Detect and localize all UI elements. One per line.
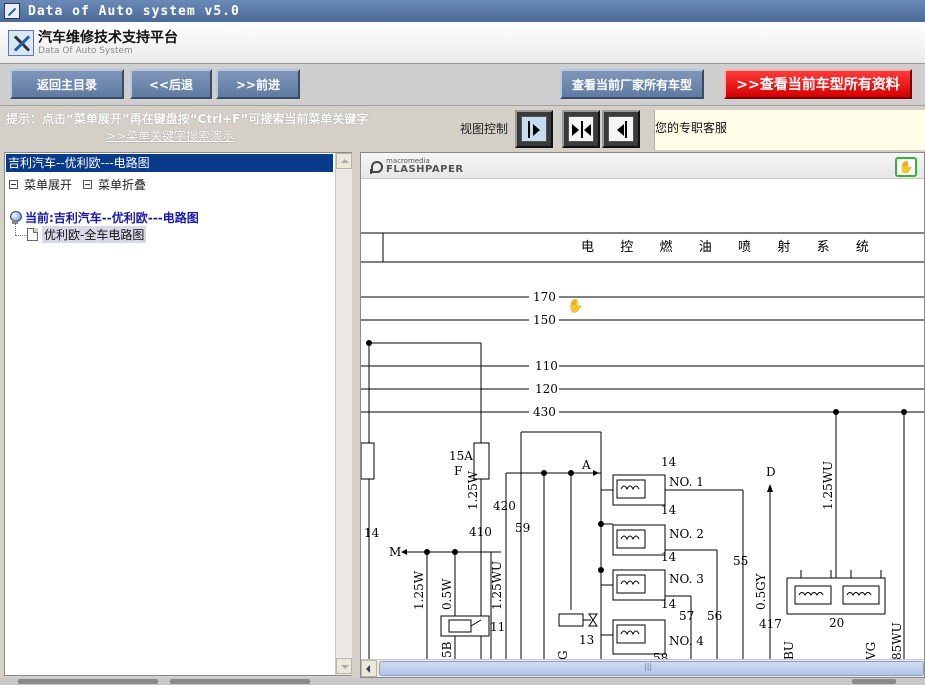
- label-57: 57: [679, 609, 694, 623]
- wire-0-5w: 0.5W: [440, 578, 454, 610]
- scroll-left-button[interactable]: [361, 660, 377, 677]
- viewer-horizontal-scrollbar[interactable]: [361, 659, 924, 677]
- brand-subtitle: Data Of Auto System: [38, 45, 133, 56]
- label-no4: NO. 4: [669, 634, 704, 648]
- header: 汽车维修技术支持平台 Data Of Auto System: [0, 22, 925, 64]
- split-arrows-icon: [568, 116, 594, 142]
- view-split-button[interactable]: [562, 110, 600, 148]
- menu-collapse-button[interactable]: 菜单折叠: [83, 176, 146, 193]
- fuse-rating: 15A: [449, 449, 473, 463]
- tree-item-full-wiring[interactable]: 优利欧-全车电路图: [27, 226, 147, 243]
- wire-0-5gy: 0.5GY: [754, 573, 768, 610]
- all-docs-button[interactable]: >>查看当前车型所有资料: [724, 69, 912, 99]
- brand-title: 汽车维修技术支持平台: [38, 29, 178, 46]
- label-59: 59: [515, 521, 530, 535]
- label-14-d: 14: [661, 597, 677, 611]
- all-models-button[interactable]: 查看当前厂家所有车型: [560, 69, 704, 99]
- menu-scrollbar[interactable]: [335, 153, 352, 675]
- label-55: 55: [733, 554, 748, 568]
- arrow-left-icon: [608, 116, 634, 142]
- label-420: 420: [493, 499, 516, 513]
- scroll-down-button[interactable]: [336, 658, 352, 674]
- bottom-strip: [0, 678, 925, 685]
- menu-expand-button[interactable]: 菜单展开: [9, 176, 72, 193]
- hand-icon: ✋: [898, 160, 914, 174]
- label-56: 56: [707, 609, 722, 623]
- flashpaper-viewer: macromedia FLASHPAPER ✋ 电 控 燃 油 喷 射 系 统 …: [360, 152, 925, 678]
- label-14-c: 14: [661, 550, 677, 564]
- view-control-label: 视图控制: [460, 122, 509, 136]
- forward-button[interactable]: >>前进: [216, 69, 300, 99]
- menu-expand-label: 菜单展开: [24, 178, 73, 192]
- bus-label-110: 110: [535, 359, 558, 373]
- bus-label-170: 170: [533, 290, 556, 304]
- label-no2: NO. 2: [669, 527, 704, 541]
- label-417: 417: [759, 617, 782, 631]
- flashpaper-toolbar: macromedia FLASHPAPER ✋: [361, 153, 924, 179]
- app-window: Data of Auto system v5.0 汽车维修技术支持平台 Data…: [0, 0, 925, 685]
- scroll-thumb[interactable]: [379, 661, 924, 676]
- tools-logo-icon: [8, 29, 34, 56]
- fuse-f: F: [454, 464, 462, 478]
- wire-1-25w-b: 1.25W: [412, 570, 426, 610]
- menu-panel: 吉利汽车--优利欧---电路图 菜单展开 菜单折叠 当前:吉利汽车--优利欧--…: [4, 152, 352, 676]
- toolbar: 返回主目录 <<后退 >>前进 查看当前厂家所有车型 >>查看当前车型所有资料: [0, 64, 925, 106]
- label-bu: BU: [782, 641, 796, 660]
- flashpaper-mark-icon: [369, 160, 383, 174]
- wire-1-25wu-a: 1.25WU: [490, 561, 504, 610]
- arrow-right-icon: [521, 116, 547, 142]
- hint-text: 提示：点击“菜单展开”再在键盘按“Ctrl+F”可搜索当前菜单关键字: [6, 112, 369, 126]
- label-13: 13: [579, 633, 594, 647]
- view-expand-left-button[interactable]: [602, 110, 640, 148]
- home-button[interactable]: 返回主目录: [10, 69, 124, 99]
- wiring-diagram[interactable]: 电 控 燃 油 喷 射 系 统 170 150 110 120 430 ✋ 14: [361, 180, 925, 660]
- tree-root[interactable]: 当前:吉利汽车--优利欧---电路图: [9, 209, 199, 226]
- collapse-square-icon: [83, 180, 92, 189]
- flashpaper-logo: macromedia FLASHPAPER: [369, 158, 464, 175]
- hand-tool-button[interactable]: ✋: [895, 157, 917, 177]
- flashpaper-brand-bottom: FLASHPAPER: [386, 164, 464, 175]
- search-demo-link[interactable]: >>菜单关键字搜索演示: [106, 127, 234, 144]
- hand-cursor-icon: ✋: [567, 298, 583, 314]
- back-button[interactable]: <<后退: [130, 69, 212, 99]
- breadcrumb: 吉利汽车--优利欧---电路图: [6, 154, 333, 172]
- view-expand-right-button[interactable]: [515, 110, 553, 148]
- app-icon: [4, 3, 20, 19]
- brand: 汽车维修技术支持平台 Data Of Auto System: [38, 30, 178, 56]
- tree-connector-h: [15, 235, 27, 236]
- hint-bar: 提示：点击“菜单展开”再在键盘按“Ctrl+F”可搜索当前菜单关键字 >>菜单关…: [0, 106, 925, 150]
- label-no3: NO. 3: [669, 572, 704, 586]
- label-14-b: 14: [661, 503, 677, 517]
- document-icon: [27, 228, 38, 241]
- label-a: A: [581, 458, 591, 472]
- tree-root-label: 当前:吉利汽车--优利欧---电路图: [25, 211, 199, 225]
- wire-85wu: 85WU: [890, 622, 904, 660]
- label-m: M: [389, 545, 401, 559]
- label-5b: 5B: [440, 641, 454, 658]
- tree-connector: [15, 223, 16, 235]
- title-bar: Data of Auto system v5.0: [0, 0, 925, 22]
- expand-square-icon: [9, 180, 18, 189]
- scroll-up-button[interactable]: [336, 153, 352, 169]
- label-no1: NO. 1: [669, 475, 704, 489]
- bus-label-120: 120: [535, 382, 558, 396]
- window-title: Data of Auto system v5.0: [28, 3, 240, 19]
- label-20: 20: [829, 616, 844, 630]
- label-14-left: 14: [364, 526, 380, 540]
- tree-item-label: 优利欧-全车电路图: [42, 226, 147, 243]
- label-vg: VG: [864, 642, 878, 660]
- label-11: 11: [490, 620, 505, 634]
- label-14-a: 14: [661, 455, 677, 469]
- diagram-title: 电 控 燃 油 喷 射 系 统: [581, 239, 875, 255]
- bus-label-430: 430: [533, 405, 556, 419]
- wire-1-25w-a: 1.25W: [466, 470, 480, 510]
- label-d: D: [766, 465, 776, 479]
- menu-collapse-label: 菜单折叠: [98, 178, 147, 192]
- label-410: 410: [469, 525, 492, 539]
- customer-service-label: 您的专职客服: [654, 110, 925, 150]
- bus-label-150: 150: [533, 313, 556, 327]
- wire-1-25wu-b: 1.25WU: [821, 461, 835, 510]
